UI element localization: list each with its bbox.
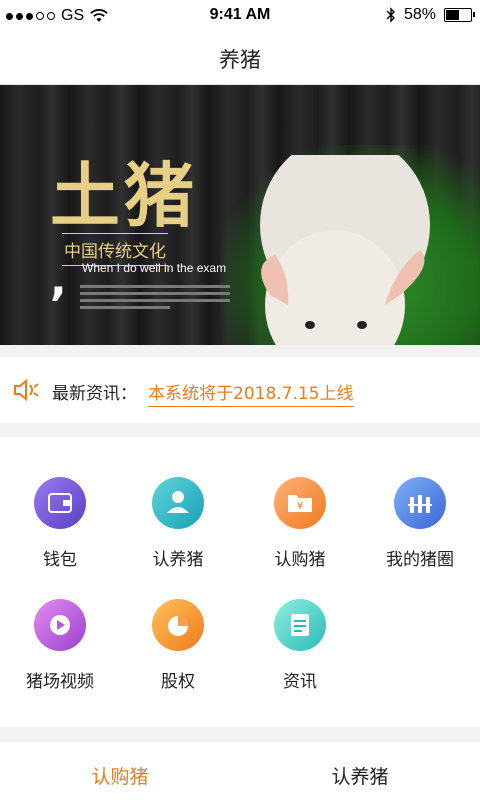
banner-carousel[interactable]: 土猪 中国传统文化 , When I do well in the exam bbox=[0, 85, 480, 345]
menu-item-purchase-pig[interactable]: ¥ 认购猪 bbox=[240, 477, 360, 570]
menu-item-label: 我的猪圈 bbox=[386, 550, 454, 570]
menu-item-label: 认购猪 bbox=[274, 550, 326, 570]
menu-item-label: 股权 bbox=[161, 672, 195, 692]
document-icon bbox=[274, 599, 326, 651]
menu-item-wallet[interactable]: 钱包 bbox=[0, 477, 120, 570]
person-icon bbox=[152, 477, 204, 529]
bottom-tab-bar: 认购猪 认养猪 bbox=[0, 742, 480, 800]
menu-item-label: 认养猪 bbox=[152, 550, 204, 570]
page-title: 养猪 bbox=[219, 48, 261, 72]
wallet-icon bbox=[34, 477, 86, 529]
status-bar: GS 9:41 AM 58% bbox=[0, 0, 480, 32]
bluetooth-icon bbox=[386, 7, 395, 23]
menu-item-label: 猪场视频 bbox=[26, 672, 94, 692]
menu-item-my-pigsty[interactable]: 我的猪圈 bbox=[360, 477, 480, 570]
news-link[interactable]: 本系统将于2018.7.15上线 bbox=[148, 379, 354, 407]
menu-item-farm-video[interactable]: 猪场视频 bbox=[0, 599, 120, 692]
speaker-icon bbox=[14, 378, 39, 402]
banner-title: 土猪 bbox=[50, 154, 198, 237]
menu-item-label: 钱包 bbox=[43, 550, 77, 570]
menu-item-adopt-pig[interactable]: 认养猪 bbox=[118, 477, 238, 570]
battery-percent: 58% bbox=[403, 6, 436, 23]
folder-yen-icon: ¥ bbox=[274, 477, 326, 529]
banner-quote-mark: , bbox=[50, 255, 67, 306]
pig-image bbox=[260, 155, 430, 345]
menu-item-news[interactable]: 资讯 bbox=[240, 599, 360, 692]
svg-text:¥: ¥ bbox=[297, 501, 303, 512]
tab-adopt-pig[interactable]: 认养猪 bbox=[240, 762, 480, 789]
tab-purchase-pig[interactable]: 认购猪 bbox=[0, 762, 240, 789]
menu-item-equity[interactable]: 股权 bbox=[118, 599, 238, 692]
function-grid: 钱包 认养猪 ¥ 认购猪 我的猪圈 猪场视频 股权 资讯 bbox=[0, 437, 480, 727]
play-icon bbox=[34, 599, 86, 651]
menu-item-label: 资讯 bbox=[283, 672, 317, 692]
banner-body-text bbox=[80, 285, 230, 313]
news-ticker[interactable]: 最新资讯： 本系统将于2018.7.15上线 bbox=[0, 357, 480, 423]
pie-chart-icon bbox=[152, 599, 204, 651]
fence-icon bbox=[394, 477, 446, 529]
battery-icon bbox=[444, 8, 475, 22]
banner-english-text: When I do well in the exam bbox=[82, 261, 227, 275]
navigation-bar: 养猪 bbox=[0, 32, 480, 85]
news-label: 最新资讯： bbox=[52, 384, 137, 404]
